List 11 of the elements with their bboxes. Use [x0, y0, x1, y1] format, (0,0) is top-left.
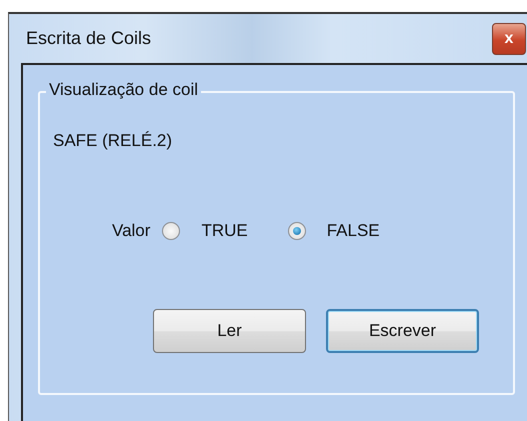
- radio-label[interactable]: FALSE: [326, 221, 380, 241]
- radio-button[interactable]: [288, 222, 306, 240]
- read-button[interactable]: Ler: [153, 309, 306, 353]
- value-label: Valor: [112, 221, 150, 241]
- group-title: Visualização de coil: [46, 80, 201, 100]
- coil-name: SAFE (RELÉ.2): [53, 131, 174, 151]
- window-title: Escrita de Coils: [26, 28, 152, 49]
- write-button[interactable]: Escrever: [326, 309, 479, 353]
- close-button[interactable]: x: [492, 22, 526, 54]
- radio-button[interactable]: [162, 222, 180, 240]
- radio-label[interactable]: TRUE: [201, 221, 248, 241]
